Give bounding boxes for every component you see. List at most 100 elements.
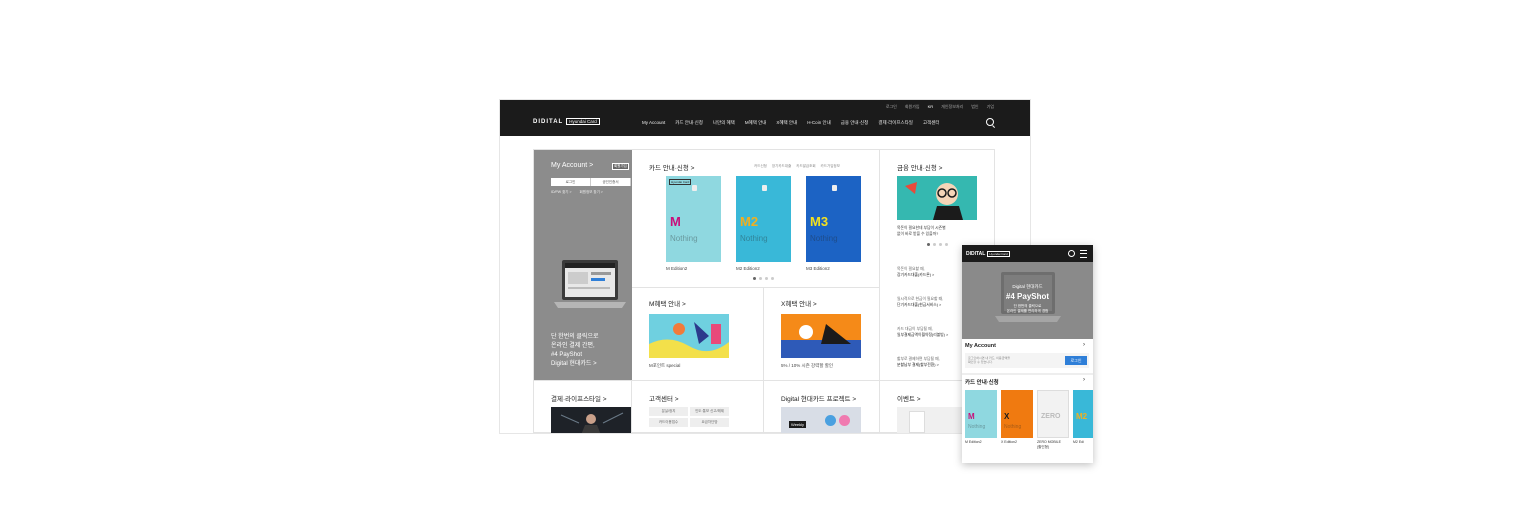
nav-item-my-benefits[interactable]: 나만의 혜택 (713, 120, 735, 126)
cs-button[interactable]: 분실/정지 (649, 407, 688, 416)
nav-item-x-benefits[interactable]: X혜택 안내 (776, 120, 797, 126)
menu-icon[interactable] (1080, 250, 1087, 258)
card-sublink[interactable]: 카드발급조회 (796, 164, 815, 169)
utility-link[interactable]: 기업 (987, 104, 994, 110)
mobile-card-zero[interactable]: ZERO (1037, 390, 1069, 438)
search-icon[interactable] (986, 118, 994, 126)
m-benefit-illustration[interactable] (649, 314, 729, 358)
m-benefit-title[interactable]: M혜택 안내 > (649, 298, 686, 308)
finance-item[interactable]: 할부로 결제하면 부담될 때, 분할납부 결제(할부전환) > (897, 356, 940, 368)
certificate-button[interactable]: 공인인증서 (591, 178, 631, 186)
cs-button[interactable]: 카드이용접수 (649, 418, 688, 427)
utility-link[interactable]: 로그인 (886, 104, 897, 110)
nav-item-my-account[interactable]: My Account (642, 120, 665, 126)
mobile-login-button[interactable]: 로그인 (1065, 356, 1087, 365)
nav-item-lifestyle[interactable]: 결제·라이프스타일 (878, 120, 913, 126)
mobile-card-x[interactable]: X Nothing (1001, 390, 1033, 438)
my-account-title[interactable]: My Account > (551, 162, 593, 169)
finance-item-link[interactable]: 일부결제금액이월약정(리볼빙) > (897, 332, 948, 338)
nav-item-finance[interactable]: 금융 안내·신청 (841, 120, 869, 126)
card-name: M3 Edition2 (806, 266, 830, 271)
find-member-link[interactable]: 회원정보 찾기 > (580, 190, 603, 195)
project-title[interactable]: Digital 현대카드 프로젝트 > (781, 393, 856, 403)
utility-link[interactable]: 개인정보처리 (941, 104, 963, 110)
customer-center-buttons: 분실/정지 인도·통보 신고/해제 카드이용접수 요금차단망 (649, 407, 729, 427)
card-chip (692, 185, 697, 191)
finance-carousel-dots[interactable] (927, 243, 948, 246)
nav-item-h-coin[interactable]: H-Coin 안내 (807, 120, 831, 126)
find-id-link[interactable]: ID/PW 찾기 > (551, 190, 572, 195)
card-section-title[interactable]: 카드 안내·신청 > (649, 162, 694, 172)
utility-links: 로그인 회원가입 KR 개인정보처리 법인 기업 (886, 104, 994, 110)
card-chip (762, 185, 767, 191)
payshot-promo-copy[interactable]: 단 한번의 클릭으로 온라인 결제 간편, #4 PayShot Digital… (551, 333, 599, 369)
login-button[interactable]: 로그인 (551, 178, 591, 186)
mobile-cards-title[interactable]: 카드 안내·신청 (965, 378, 999, 386)
global-header: 로그인 회원가입 KR 개인정보처리 법인 기업 DIDITAL Hyundai… (500, 100, 1030, 136)
card-sublink[interactable]: 카드신청 (754, 164, 767, 169)
card-chip (832, 185, 837, 191)
lifestyle-section: 결제·라이프스타일 > (534, 380, 632, 433)
finance-item-link[interactable]: 장기카드대출(카드론) > (897, 272, 934, 278)
card-m3-edition2[interactable]: M3 Nothing (806, 176, 861, 262)
m-benefit-caption: M포인트 special (649, 363, 681, 368)
card-sublink[interactable]: 카드가입정보 (821, 164, 840, 169)
site-logo[interactable]: DIDITAL Hyundai Card (533, 118, 600, 125)
mobile-card-m[interactable]: M Nothing (965, 390, 997, 438)
mobile-card-name: ZERO MOBILE (할인형) (1037, 440, 1061, 449)
chevron-right-icon[interactable]: › (1083, 342, 1085, 348)
card-note: Nothing (740, 234, 768, 243)
mobile-login-box: 로그인하시면 내 카드, 이용금액을 확인할 수 있습니다. 로그인 (965, 353, 1089, 368)
finance-illustration[interactable] (897, 176, 977, 220)
nav-item-customer-center[interactable]: 고객센터 (923, 120, 940, 126)
nav-item-cards[interactable]: 카드 안내·신청 (675, 120, 703, 126)
finance-caption: 목돈이 필요한데 부담이 시즌별 없이 바로 받을 수 있을까? (897, 226, 946, 236)
m-benefit-section: M혜택 안내 > M포인트 special (632, 288, 764, 380)
nav-item-m-benefits[interactable]: M혜택 안내 (745, 120, 767, 126)
hero-eyebrow: Digital 현대카드 (1012, 284, 1043, 289)
x-benefit-section: X혜택 안내 > 5% / 10% 시즌 강력할 할인 (764, 288, 880, 380)
project-banner[interactable]: Weekly (781, 407, 861, 433)
lifestyle-title[interactable]: 결제·라이프스타일 > (551, 393, 607, 403)
finance-item-desc: 일시적으로 현금이 필요할 때, (897, 297, 944, 301)
card-label: M (968, 412, 975, 421)
chevron-right-icon[interactable]: › (1083, 377, 1085, 383)
mobile-logo[interactable]: DIDITAL Hyundai Card (966, 251, 1010, 257)
join-badge[interactable]: 회원가입 (612, 163, 629, 170)
finance-item[interactable]: 일시적으로 현금이 필요할 때, 단기카드대출(현금서비스) > (897, 296, 943, 308)
logo-tag: Hyundai Card (566, 118, 600, 125)
card-m2-edition2[interactable]: M2 Nothing (736, 176, 791, 262)
cs-button[interactable]: 요금차단망 (690, 418, 729, 427)
my-account-panel: My Account > 회원가입 로그인 공인인증서 ID/PW 찾기 > 회… (534, 150, 632, 380)
card-label: M2 (1076, 412, 1088, 421)
event-title[interactable]: 이벤트 > (897, 393, 921, 403)
finance-item[interactable]: 목돈이 필요할 때, 장기카드대출(카드론) > (897, 266, 934, 278)
hero-desc: 단 한번의 클릭으로 온라인 결제를 편리하게 경험 (1006, 304, 1049, 313)
utility-link[interactable]: 법인 (971, 104, 978, 110)
card-m-edition2[interactable]: Hyundai Card M Nothing (666, 176, 721, 262)
mobile-hero[interactable]: Digital 현대카드 #4 PayShot 단 한번의 클릭으로 온라인 결… (962, 262, 1093, 339)
lifestyle-photo[interactable] (551, 407, 631, 433)
utility-link[interactable]: KR (928, 104, 934, 110)
mobile-account-title[interactable]: My Account (965, 343, 996, 349)
x-benefit-illustration[interactable] (781, 314, 861, 358)
utility-link[interactable]: 회원가입 (905, 104, 920, 110)
customer-center-section: 고객센터 > 분실/정지 인도·통보 신고/해제 카드이용접수 요금차단망 (632, 380, 764, 433)
card-label: M2 (740, 214, 759, 229)
card-sublink[interactable]: 장기카드대출 (772, 164, 791, 169)
finance-item-link[interactable]: 분할납부 결제(할부전환) > (897, 362, 940, 368)
finance-item[interactable]: 카드 대금이 부담될 때, 일부결제금액이월약정(리볼빙) > (897, 326, 948, 338)
finance-title[interactable]: 금융 안내·신청 > (897, 162, 942, 172)
carousel-dots[interactable] (753, 277, 774, 280)
search-icon[interactable] (1068, 250, 1075, 257)
x-benefit-title[interactable]: X혜택 안내 > (781, 298, 817, 308)
finance-item-link[interactable]: 단기카드대출(현금서비스) > (897, 302, 943, 308)
mobile-card-m2[interactable]: M2 (1073, 390, 1093, 438)
avatar (825, 415, 836, 426)
card-name: M2 Edition2 (736, 266, 760, 271)
mobile-screenshot: DIDITAL Hyundai Card Digital 현대카드 #4 Pay… (962, 245, 1093, 463)
card-note: Nothing (968, 424, 986, 430)
mobile-card-name: M2 Edi (1073, 440, 1084, 444)
customer-center-title[interactable]: 고객센터 > (649, 393, 679, 403)
cs-button[interactable]: 인도·통보 신고/해제 (690, 407, 729, 416)
